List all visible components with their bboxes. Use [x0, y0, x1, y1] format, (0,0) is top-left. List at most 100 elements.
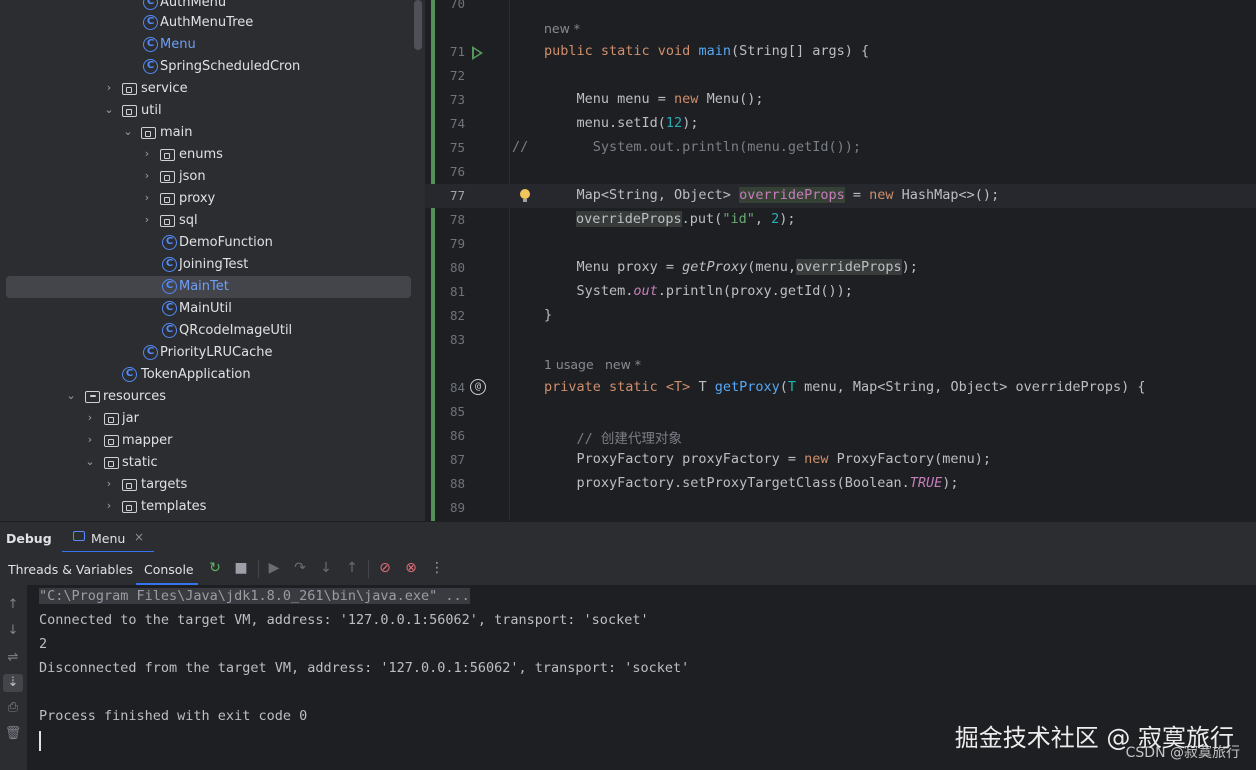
- tree-scrollbar[interactable]: [414, 0, 422, 50]
- tab-label: Menu: [91, 531, 126, 546]
- step-out-icon[interactable]: ↑: [343, 559, 361, 577]
- line-number: 81: [449, 284, 465, 299]
- chevron-right-icon[interactable]: ›: [103, 81, 115, 95]
- step-over-icon[interactable]: ↷: [291, 559, 309, 577]
- console-line-command[interactable]: "C:\Program Files\Java\jdk1.8.0_261\bin\…: [39, 588, 470, 604]
- chevron-right-icon[interactable]: ›: [84, 411, 96, 425]
- resume-icon[interactable]: ▶: [265, 559, 283, 577]
- code-line[interactable]: 78 overrideProps.put("id", 2);: [425, 208, 1256, 232]
- code-line[interactable]: 83: [425, 328, 1256, 352]
- code-token: );: [901, 259, 918, 275]
- code-line[interactable]: 86 // 创建代理对象: [425, 424, 1256, 448]
- package-icon: [122, 83, 137, 95]
- tree-item-mainutil[interactable]: C MainUtil: [0, 298, 411, 320]
- chevron-right-icon[interactable]: ›: [141, 147, 153, 161]
- code-line[interactable]: 79: [425, 232, 1256, 256]
- tree-item-main[interactable]: ⌄ main: [0, 122, 411, 144]
- code-line[interactable]: 80 Menu proxy = getProxy(menu,overridePr…: [425, 256, 1256, 280]
- more-options-icon[interactable]: ⋮: [428, 559, 446, 577]
- tree-item-prioritylrucache[interactable]: C PriorityLRUCache: [0, 342, 411, 364]
- tree-item-targets[interactable]: › targets: [0, 474, 411, 496]
- line-number: 72: [449, 68, 465, 83]
- arrow-down-icon[interactable]: ↓: [3, 622, 23, 640]
- chevron-down-icon[interactable]: ⌄: [103, 103, 115, 117]
- chevron-right-icon[interactable]: ›: [103, 499, 115, 513]
- chevron-down-icon[interactable]: ⌄: [84, 455, 96, 469]
- chevron-right-icon[interactable]: ›: [103, 477, 115, 491]
- tree-item-proxy[interactable]: › proxy: [0, 188, 411, 210]
- tree-item-label: AuthMenuTree: [160, 15, 254, 30]
- class-icon: C: [143, 37, 158, 52]
- tab-threads-variables[interactable]: Threads & Variables: [8, 562, 133, 577]
- tree-item-mapper[interactable]: › mapper: [0, 430, 411, 452]
- tree-item-templates[interactable]: › templates: [0, 496, 411, 518]
- chevron-right-icon[interactable]: ›: [141, 169, 153, 183]
- code-token: Menu proxy =: [544, 259, 683, 275]
- code-line[interactable]: 76: [425, 160, 1256, 184]
- tree-item-enums[interactable]: › enums: [0, 144, 411, 166]
- code-token: =: [844, 187, 870, 203]
- trash-icon[interactable]: 🗑: [3, 725, 23, 743]
- close-icon[interactable]: ×: [134, 530, 144, 544]
- code-line[interactable]: 87 ProxyFactory proxyFactory = new Proxy…: [425, 448, 1256, 472]
- tab-console[interactable]: Console: [144, 562, 194, 577]
- arrow-up-icon[interactable]: ↑: [3, 596, 23, 614]
- line-number: 71: [449, 44, 465, 59]
- tab-menu-session[interactable]: Menu ×: [62, 522, 154, 553]
- chevron-right-icon[interactable]: ›: [141, 213, 153, 227]
- comment-marker: //: [512, 139, 529, 155]
- tree-item-demofunction[interactable]: C DemoFunction: [0, 232, 411, 254]
- code-line[interactable]: 75 // System.out.println(menu.getId());: [425, 136, 1256, 160]
- chevron-right-icon[interactable]: ›: [84, 433, 96, 447]
- inlay-hint-author[interactable]: new *: [605, 357, 641, 372]
- step-into-icon[interactable]: ↓: [317, 559, 335, 577]
- tree-item-json[interactable]: › json: [0, 166, 411, 188]
- override-icon[interactable]: @: [470, 379, 486, 395]
- code-line[interactable]: 89: [425, 496, 1256, 520]
- code-line[interactable]: 85: [425, 400, 1256, 424]
- tree-item-jar[interactable]: › jar: [0, 408, 411, 430]
- code-line-current[interactable]: 77 Map<String, Object> overrideProps = n…: [425, 184, 1256, 208]
- tree-item-menu[interactable]: C Menu: [0, 34, 411, 56]
- scroll-to-end-icon[interactable]: ⇣: [3, 674, 23, 692]
- code-line[interactable]: 72: [425, 64, 1256, 88]
- line-number: 73: [449, 92, 465, 107]
- code-editor[interactable]: 70 new * 71 public static void main(Stri…: [425, 0, 1256, 521]
- code-line[interactable]: 81 System.out.println(proxy.getId());: [425, 280, 1256, 304]
- soft-wrap-icon[interactable]: ⇌: [3, 649, 23, 667]
- tree-item-static[interactable]: ⌄ static: [0, 452, 411, 474]
- code-line[interactable]: 84 @ private static <T> T getProxy(T men…: [425, 376, 1256, 400]
- class-icon: C: [143, 345, 158, 360]
- package-icon: [160, 149, 175, 161]
- code-line[interactable]: 70: [425, 0, 1256, 16]
- tree-item-service[interactable]: › service: [0, 78, 411, 100]
- inlay-hint-author[interactable]: new *: [544, 21, 580, 36]
- lightbulb-icon[interactable]: [520, 189, 530, 202]
- code-line[interactable]: 88 proxyFactory.setProxyTargetClass(Bool…: [425, 472, 1256, 496]
- code-line[interactable]: 73 Menu menu = new Menu();: [425, 88, 1256, 112]
- chevron-down-icon[interactable]: ⌄: [65, 389, 77, 403]
- tree-item-springscheduledcron[interactable]: C SpringScheduledCron: [0, 56, 411, 78]
- print-icon[interactable]: ⎙: [3, 699, 23, 717]
- tree-item-joiningtest[interactable]: C JoiningTest: [0, 254, 411, 276]
- tree-item-tokenapplication[interactable]: C TokenApplication: [0, 364, 411, 386]
- code-line[interactable]: 74 menu.setId(12);: [425, 112, 1256, 136]
- run-icon[interactable]: [472, 46, 483, 60]
- tree-item-label: util: [141, 103, 162, 118]
- tree-item-qrcodeimageutil[interactable]: C QRcodeImageUtil: [0, 320, 411, 342]
- rerun-icon[interactable]: ↻: [206, 559, 224, 577]
- code-line[interactable]: 71 public static void main(String[] args…: [425, 40, 1256, 64]
- chevron-down-icon[interactable]: ⌄: [122, 125, 134, 139]
- code-line[interactable]: 82 }: [425, 304, 1256, 328]
- tree-item-authmenutree[interactable]: C AuthMenuTree: [0, 12, 411, 34]
- tree-item-maintet[interactable]: C MainTet: [6, 276, 411, 298]
- tree-item-util[interactable]: ⌄ util: [0, 100, 411, 122]
- view-breakpoints-icon[interactable]: ⊘: [376, 559, 394, 577]
- tree-item-resources[interactable]: ⌄ resources: [0, 386, 411, 408]
- stop-icon[interactable]: ■: [232, 559, 250, 577]
- chevron-right-icon[interactable]: ›: [141, 191, 153, 205]
- inlay-hint-usages[interactable]: 1 usage: [544, 357, 594, 372]
- mute-breakpoints-icon[interactable]: ⊗: [402, 559, 420, 577]
- code-token: ,: [754, 211, 772, 227]
- tree-item-sql[interactable]: › sql: [0, 210, 411, 232]
